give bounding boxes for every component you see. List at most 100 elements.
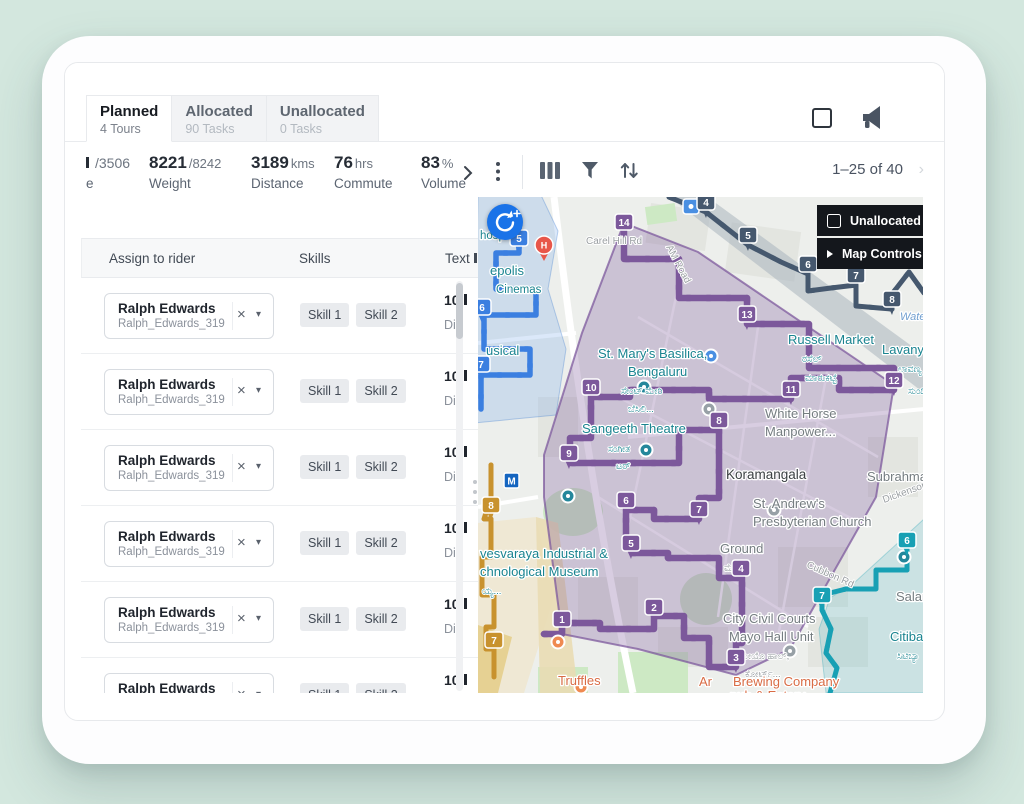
map-label: ಬೆಸಿಲಿ...: [628, 404, 654, 415]
map-label: White Horse: [765, 406, 837, 421]
skills-cell: Skill 1Skill 2: [300, 607, 406, 631]
map-label: Manpower...: [765, 424, 836, 439]
rider-combobox[interactable]: Ralph Edwards Ralph_Edwards_319 × ▾: [104, 597, 274, 643]
svg-text:11: 11: [786, 385, 797, 396]
map-label: ಮಾರುಕಟ್ಟೆ: [805, 373, 837, 384]
replan-refresh-button[interactable]: [487, 204, 523, 240]
map-label: pub & Eatery: [730, 688, 806, 693]
rider-name: Ralph Edwards: [118, 529, 216, 544]
svg-text:M: M: [507, 477, 515, 488]
tab-label: Unallocated: [280, 103, 365, 120]
map-label: ಸಂಗೀತ: [608, 444, 630, 455]
svg-text:5: 5: [628, 539, 634, 550]
rider-combobox[interactable]: Ralph Edwards Ralph_Edwards_319 × ▾: [104, 521, 274, 567]
clear-rider-icon[interactable]: ×: [237, 458, 246, 475]
skill-chip: Skill 1: [300, 683, 349, 693]
map-label: Salarpur: [896, 589, 923, 604]
map-label: Ar: [699, 674, 713, 689]
chevron-down-icon[interactable]: ▾: [256, 689, 261, 693]
scrollbar-thumb[interactable]: [456, 283, 463, 339]
rider-combobox[interactable]: Ralph Edwards Ralph_Edwards_319 × ▾: [104, 673, 274, 693]
select-square-icon[interactable]: [812, 108, 832, 128]
chevron-down-icon[interactable]: ▾: [256, 461, 261, 472]
checkbox-icon[interactable]: [827, 214, 841, 228]
metro-station-icon: M: [504, 473, 519, 488]
map-label: Russell Market: [788, 332, 874, 347]
skill-chip: Skill 2: [356, 607, 405, 631]
map-label: epolis: [490, 263, 524, 278]
tab-allocated[interactable]: Allocated 90 Tasks: [172, 95, 267, 142]
svg-text:2: 2: [651, 603, 657, 614]
map-label: Subrahmanyam Temp: [867, 469, 923, 484]
map-label: Lavanya Theatre: [882, 342, 923, 357]
map-label: Presbyterian Church: [753, 514, 872, 529]
pagination-next-icon[interactable]: ›: [919, 161, 924, 179]
triangle-right-icon: [827, 250, 833, 258]
map-label: chnological Museum: [480, 564, 599, 579]
app-screen: Planned 4 Tours Allocated 90 Tasks Unall…: [64, 62, 945, 721]
skills-cell: Skill 1Skill 2: [300, 455, 406, 479]
combobox-divider: [232, 302, 233, 330]
map-label: ಸುಂದಿರ: [908, 386, 923, 397]
tab-unallocated[interactable]: Unallocated 0 Tasks: [267, 95, 379, 142]
background: Planned 4 Tours Allocated 90 Tasks Unall…: [0, 0, 1024, 804]
rider-combobox[interactable]: Ralph Edwards Ralph_Edwards_319 × ▾: [104, 445, 274, 491]
stats-scroll-right-button[interactable]: [463, 165, 473, 184]
map-label: usical: [486, 343, 519, 358]
rider-id: Ralph_Edwards_319: [118, 318, 225, 330]
clear-rider-icon[interactable]: ×: [237, 686, 246, 693]
columns-icon[interactable]: [540, 162, 561, 182]
rider-name: Ralph Edwards: [118, 301, 216, 316]
svg-text:8: 8: [716, 416, 722, 427]
unallocated-tasks-toggle[interactable]: Unallocated T: [817, 205, 923, 236]
pane-resize-handle[interactable]: [473, 480, 479, 510]
rider-combobox[interactable]: Ralph Edwards Ralph_Edwards_319 × ▾: [104, 369, 274, 415]
more-options-icon[interactable]: [494, 161, 502, 186]
skill-chip: Skill 1: [300, 455, 349, 479]
map-label: Citiba: [890, 629, 923, 644]
skill-chip: Skill 1: [300, 303, 349, 327]
tab-sub: 4 Tours: [100, 122, 158, 136]
stat-volume: 83% Volume: [421, 153, 468, 191]
tab-planned[interactable]: Planned 4 Tours: [86, 95, 172, 142]
svg-text:4: 4: [738, 564, 744, 575]
chevron-down-icon[interactable]: ▾: [256, 537, 261, 548]
table-rows: Ralph Edwards Ralph_Edwards_319 × ▾ Skil…: [65, 278, 478, 693]
skill-chip: Skill 2: [356, 531, 405, 555]
sort-icon[interactable]: [620, 161, 639, 183]
megaphone-icon[interactable]: [860, 105, 888, 131]
skills-cell: Skill 1Skill 2: [300, 379, 406, 403]
chevron-down-icon[interactable]: ▾: [256, 613, 261, 624]
table-scrollbar[interactable]: [456, 281, 463, 691]
stat-value: /3506: [95, 155, 130, 171]
clear-rider-icon[interactable]: ×: [237, 306, 246, 323]
column-header-assign[interactable]: Assign to rider: [109, 251, 195, 266]
svg-text:H: H: [541, 241, 548, 251]
map-label: Cinemas: [496, 284, 542, 296]
chevron-down-icon[interactable]: ▾: [256, 309, 261, 320]
chevron-down-icon[interactable]: ▾: [256, 385, 261, 396]
column-header-text[interactable]: Text: [445, 251, 477, 266]
svg-text:6: 6: [479, 303, 485, 314]
rider-id: Ralph_Edwards_319: [118, 622, 225, 634]
map-label: ಸೇಂಟ್ ಮೇರಿ: [621, 386, 662, 397]
map-canvas[interactable]: M H hospepolisCinemasusicalCarel Hil: [478, 197, 923, 693]
clear-rider-icon[interactable]: ×: [237, 534, 246, 551]
svg-text:7: 7: [478, 360, 484, 371]
combobox-divider: [232, 530, 233, 558]
rider-name: Ralph Edwards: [118, 377, 216, 392]
column-header-skills[interactable]: Skills: [299, 251, 331, 266]
svg-text:5: 5: [745, 231, 751, 242]
svg-text:3: 3: [733, 653, 739, 664]
svg-text:6: 6: [805, 260, 811, 271]
map-controls-expander[interactable]: Map Controls: [817, 238, 923, 269]
map-label: Brewing Company: [733, 674, 840, 689]
skill-chip: Skill 1: [300, 531, 349, 555]
rider-combobox[interactable]: Ralph Edwards Ralph_Edwards_319 × ▾: [104, 293, 274, 339]
clear-rider-icon[interactable]: ×: [237, 610, 246, 627]
clear-rider-icon[interactable]: ×: [237, 382, 246, 399]
skill-chip: Skill 2: [356, 379, 405, 403]
tab-sub: 0 Tasks: [280, 122, 365, 136]
combobox-divider: [232, 682, 233, 693]
filter-icon[interactable]: [581, 162, 599, 182]
